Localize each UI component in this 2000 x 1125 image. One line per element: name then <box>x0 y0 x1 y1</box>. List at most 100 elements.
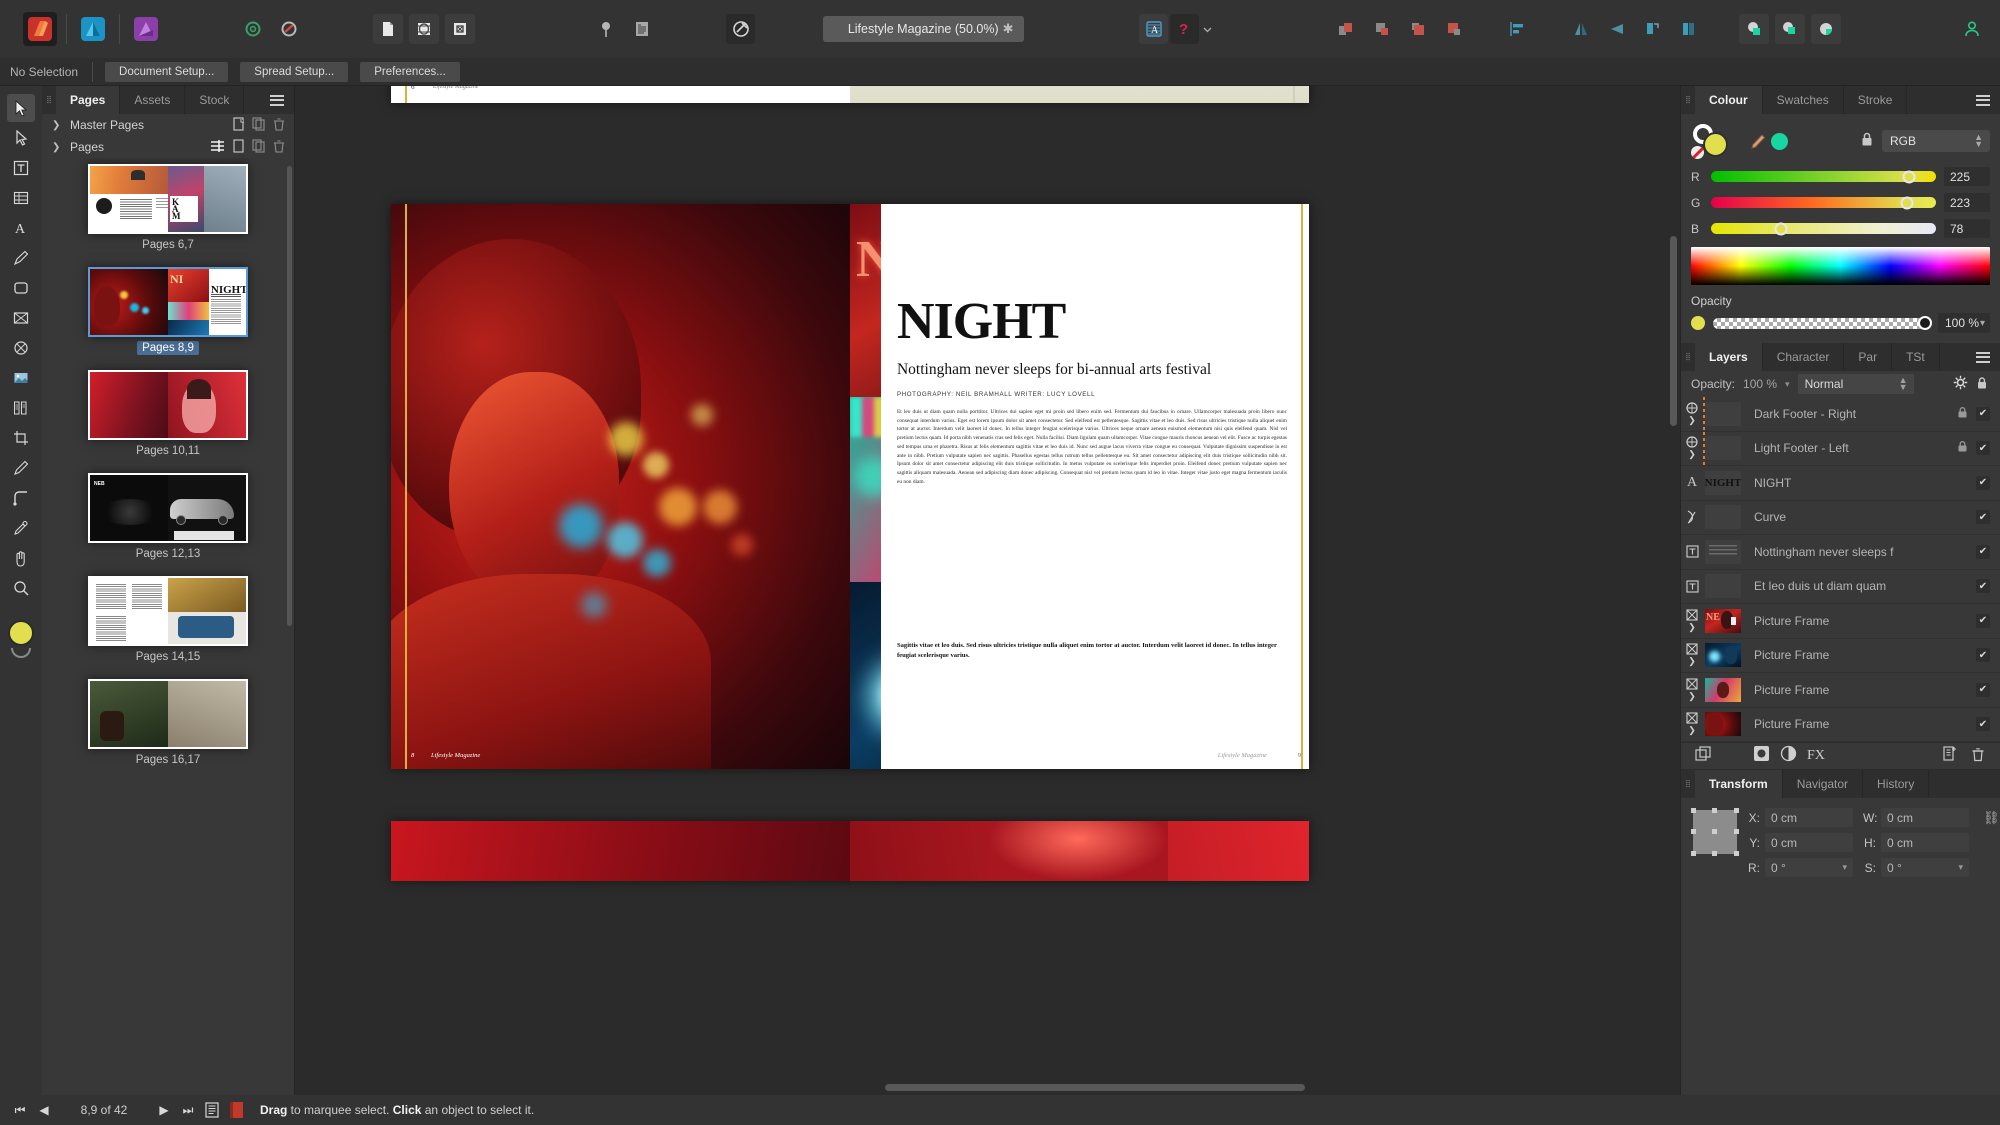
rectangle-tool[interactable] <box>7 274 35 302</box>
tab-pages[interactable]: Pages <box>56 86 120 114</box>
first-page-icon[interactable]: ⏮ <box>8 1103 32 1118</box>
show-bleed-icon[interactable] <box>445 14 475 44</box>
expand-arrow-icon[interactable]: ❯ <box>1688 725 1696 736</box>
transform-r-field[interactable]: R:0 °▾ <box>1747 858 1853 877</box>
opacity-slider[interactable] <box>1713 318 1930 329</box>
pin-icon[interactable] <box>591 14 621 44</box>
visibility-checkbox[interactable]: ✔ <box>1976 476 1990 490</box>
x-input[interactable]: 0 cm <box>1765 808 1853 827</box>
layer-name[interactable]: NIGHT <box>1741 476 1976 490</box>
settings-icon[interactable] <box>274 14 304 44</box>
layers-list[interactable]: ❯ Dark Footer - Right ✔ ❯ <box>1681 397 2000 742</box>
page-8[interactable]: 8 Lifestyle Magazine <box>391 204 850 769</box>
pages-row[interactable]: ❯ Pages <box>42 136 294 158</box>
table-row[interactable]: ❯ NE Picture Frame ✔ <box>1681 604 2000 639</box>
expand-arrow-icon[interactable]: ❯ <box>1688 691 1696 702</box>
page-thumbnail-spread-selected[interactable]: NI NIGHT Pages 8,9 <box>88 267 248 364</box>
r-input[interactable]: 0 °▾ <box>1765 858 1853 877</box>
publisher-icon[interactable] <box>23 12 57 46</box>
tab-stock[interactable]: Stock <box>185 86 244 114</box>
fx-icon[interactable]: FX <box>1807 748 1825 764</box>
account-icon[interactable] <box>1957 14 1986 44</box>
no-colour-icon[interactable] <box>1691 146 1704 159</box>
chevron-down-icon[interactable]: ▾ <box>1785 379 1790 390</box>
page-thumbnail-spread[interactable]: Pages 10,11 <box>88 370 248 467</box>
tab-layers[interactable]: Layers <box>1695 343 1763 371</box>
lock-children-icon[interactable] <box>1976 376 1990 393</box>
spread-thumb-10-11[interactable] <box>88 370 248 440</box>
canvas-vertical-scrollbar[interactable] <box>1670 236 1677 426</box>
fill-colour-swatch[interactable] <box>8 620 34 646</box>
delete-page-icon[interactable] <box>272 139 286 156</box>
next-page-icon[interactable]: ▶ <box>152 1103 176 1117</box>
previous-spread-preview[interactable]: NEC ULLAMCORPER SIT AMET RISUS NULLA Ull… <box>391 86 1309 103</box>
show-spread-icon[interactable] <box>409 14 439 44</box>
transform-h-field[interactable]: H:0 cm <box>1863 833 1969 852</box>
add-page-icon[interactable] <box>232 139 246 156</box>
node-tool[interactable] <box>7 124 35 152</box>
channel-r-slider[interactable] <box>1711 171 1936 182</box>
tab-navigator[interactable]: Navigator <box>1783 770 1863 798</box>
channel-g-value[interactable]: 223 <box>1944 193 1990 212</box>
channel-r-row[interactable]: R 225 <box>1691 167 1990 186</box>
layer-type-picture-frame-icon[interactable]: ❯ <box>1681 712 1703 736</box>
tab-colour[interactable]: Colour <box>1695 86 1763 114</box>
align-left-icon[interactable] <box>1503 14 1532 44</box>
spread-thumb-6-7[interactable]: KAM <box>88 164 248 234</box>
colour-panel-grip-icon[interactable]: ⦙⦙ <box>1681 86 1695 114</box>
panel-grip-icon[interactable]: ⦙⦙ <box>42 86 56 114</box>
ellipse-frame-tool[interactable] <box>7 334 35 362</box>
page-9[interactable]: NEON <box>850 204 1309 769</box>
visibility-checkbox[interactable]: ✔ <box>1976 510 1990 524</box>
page-thumbnail-spread[interactable]: KAM Pages 6,7 <box>88 164 248 261</box>
arrange-back-icon[interactable] <box>1439 14 1469 44</box>
layer-name[interactable]: Picture Frame <box>1741 614 1976 628</box>
table-row[interactable]: Nottingham never sleeps f ✔ <box>1681 535 2000 570</box>
layer-name[interactable]: Picture Frame <box>1741 683 1976 697</box>
channel-r-knob[interactable] <box>1903 170 1916 183</box>
duplicate-master-icon[interactable] <box>252 117 266 134</box>
table-tool[interactable] <box>7 184 35 212</box>
channel-b-value[interactable]: 78 <box>1944 219 1990 238</box>
table-row[interactable]: A NIGHT NIGHT ✔ <box>1681 466 2000 501</box>
page-options-icon[interactable] <box>210 139 226 156</box>
lock-icon[interactable] <box>1957 440 1968 456</box>
anchor-point-selector[interactable] <box>1693 810 1737 854</box>
layer-name[interactable]: Curve <box>1741 510 1976 524</box>
tab-paragraph[interactable]: Par <box>1844 343 1892 371</box>
duplicate-icon[interactable] <box>1942 746 1958 767</box>
spread-thumb-16-17[interactable] <box>88 679 248 749</box>
layers-opacity-value[interactable]: 100 % <box>1743 377 1777 391</box>
adjustment-icon[interactable] <box>1780 745 1797 767</box>
column-guides-tool[interactable] <box>7 394 35 422</box>
colour-spectrum[interactable] <box>1691 247 1990 285</box>
visibility-checkbox[interactable]: ✔ <box>1976 683 1990 697</box>
layer-type-group-icon[interactable]: ❯ <box>1681 436 1703 460</box>
arrange-move-icon[interactable] <box>1331 14 1361 44</box>
arrange-forward-icon[interactable] <box>1403 14 1433 44</box>
layer-type-picture-frame-icon[interactable]: ❯ <box>1681 609 1703 633</box>
transform-y-field[interactable]: Y:0 cm <box>1747 833 1853 852</box>
layer-type-picture-frame-icon[interactable]: ❯ <box>1681 678 1703 702</box>
table-row[interactable]: ❯ Light Footer - Left ✔ <box>1681 432 2000 467</box>
spread-thumb-14-15[interactable] <box>88 576 248 646</box>
tab-stroke[interactable]: Stroke <box>1844 86 1908 114</box>
spread-setup-button[interactable]: Spread Setup... <box>240 62 348 82</box>
channel-g-row[interactable]: G 223 <box>1691 193 1990 212</box>
view-pan-tool[interactable] <box>7 544 35 572</box>
layer-name[interactable]: Light Footer - Left <box>1741 441 1957 455</box>
previous-page-icon[interactable]: ◀ <box>32 1103 56 1117</box>
layer-name[interactable]: Picture Frame <box>1741 717 1976 731</box>
next-spread-preview[interactable] <box>391 821 1309 881</box>
picture-frame-tool[interactable] <box>7 304 35 332</box>
transform-s-field[interactable]: S:0 °▾ <box>1863 858 1969 877</box>
photo-persona-icon[interactable] <box>129 12 163 46</box>
pencil-tool[interactable] <box>7 454 35 482</box>
expand-arrow-icon[interactable]: ❯ <box>1688 622 1696 633</box>
blend-mode-select[interactable]: Normal ▲▼ <box>1798 374 1914 394</box>
visibility-checkbox[interactable]: ✔ <box>1976 579 1990 593</box>
corner-tool[interactable] <box>7 484 35 512</box>
colour-panel-menu-icon[interactable] <box>1966 86 2000 114</box>
help-search-icon[interactable]: ? <box>1170 14 1199 44</box>
pages-scrollbar[interactable] <box>287 166 292 626</box>
